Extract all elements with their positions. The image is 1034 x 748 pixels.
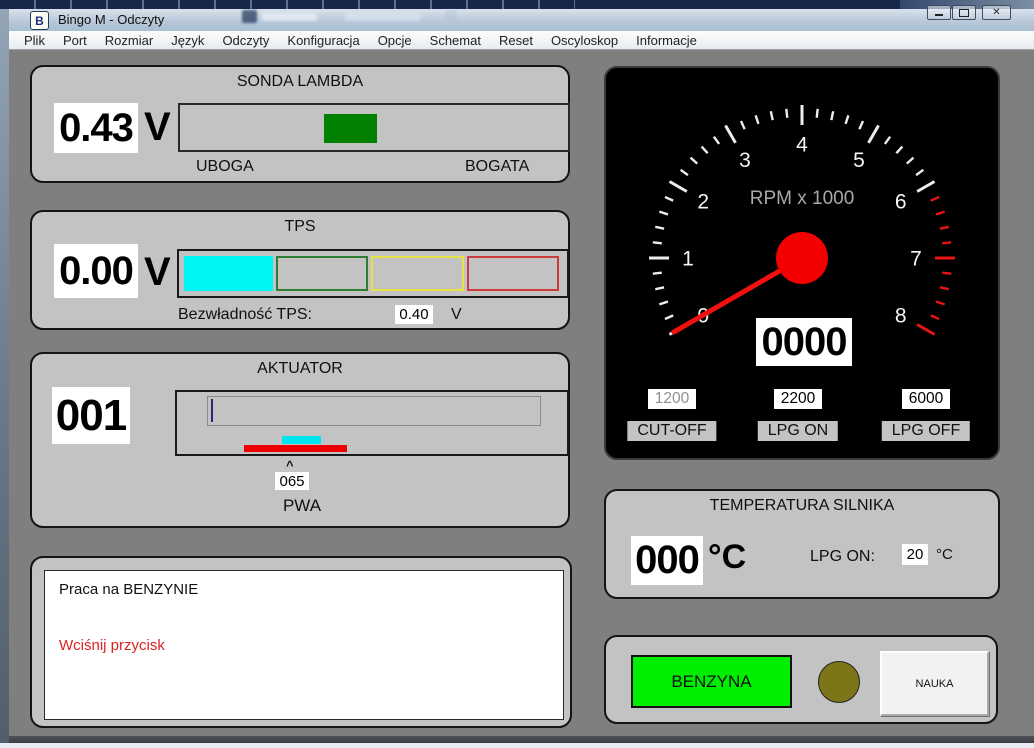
actuator-panel: AKTUATOR 001 ^ 065 PWA: [30, 352, 570, 528]
app-icon: B: [30, 11, 49, 30]
actuator-progress-cursor: [211, 399, 213, 422]
actuator-cyan-bar: [282, 436, 321, 444]
lambda-indicator: [324, 114, 378, 143]
cutoff-rpm-field[interactable]: 1200: [648, 389, 696, 409]
status-panel: Praca na BENZYNIE Wciśnij przycisk: [30, 556, 572, 728]
actuator-title: AKTUATOR: [32, 360, 568, 378]
actuator-pwa-label: PWA: [272, 496, 332, 516]
background-window-tabs: [0, 0, 1034, 9]
window-bottom-frame: [9, 736, 1034, 743]
fuel-button[interactable]: BENZYNA: [631, 655, 792, 708]
menu-item-rozmiar[interactable]: Rozmiar: [96, 32, 162, 49]
temperature-panel: TEMPERATURA SILNIKA 000 °C LPG ON: 20 °C: [604, 489, 1000, 599]
close-button[interactable]: ✕: [982, 5, 1011, 20]
tps-title: TPS: [32, 218, 568, 236]
minimize-button[interactable]: [927, 5, 951, 20]
menu-item-jezyk[interactable]: Język: [162, 32, 213, 49]
lambda-value-display: 0.43: [54, 103, 138, 153]
tps-value-display: 0.00: [54, 244, 138, 298]
background-ghost-favicon: [242, 10, 257, 23]
tps-segment-green: [276, 256, 369, 291]
svg-text:4: 4: [796, 134, 808, 157]
lpg-off-label: LPG OFF: [882, 421, 970, 441]
menu-item-schemat[interactable]: Schemat: [421, 32, 490, 49]
actuator-marker: ^: [286, 458, 294, 473]
menu-item-informacje[interactable]: Informacje: [627, 32, 706, 49]
status-line-1: Praca na BENZYNIE: [59, 581, 198, 598]
cutoff-label: CUT-OFF: [627, 421, 716, 441]
tps-inertia-unit: V: [451, 306, 462, 324]
actuator-value-display: 001: [52, 387, 130, 444]
background-window-left-edge: [0, 9, 9, 743]
window-title: Bingo M - Odczyty: [58, 12, 164, 27]
status-line-2: Wciśnij przycisk: [59, 637, 165, 654]
lpg-on-rpm-field[interactable]: 2200: [774, 389, 822, 409]
maximize-button[interactable]: [952, 5, 976, 20]
lpg-off-rpm-field[interactable]: 6000: [902, 389, 950, 409]
rpm-gauge-panel: 012345678 RPM x 1000 0000 1200 2200 6000…: [604, 66, 1000, 460]
tps-panel: TPS 0.00 V Bezwładność TPS: 0.40 V: [30, 210, 570, 330]
svg-text:7: 7: [910, 248, 922, 271]
screen: B Bingo M - Odczyty ✕ Plik Port Rozmiar …: [0, 0, 1034, 748]
lpg-on-temp-field[interactable]: 20: [902, 544, 928, 565]
menubar: Plik Port Rozmiar Język Odczyty Konfigur…: [9, 31, 1034, 50]
lambda-lean-label: UBOGA: [196, 158, 254, 176]
svg-text:5: 5: [853, 149, 865, 172]
lambda-panel: SONDA LAMBDA 0.43 V UBOGA BOGATA: [30, 65, 570, 183]
tps-bar: [177, 249, 569, 298]
minimize-icon: [935, 14, 943, 16]
background-tab-separators: [0, 0, 575, 9]
status-message-box: Praca na BENZYNIE Wciśnij przycisk: [44, 570, 564, 720]
fuel-controls-panel: BENZYNA NAUKA: [604, 635, 998, 724]
lambda-rich-label: BOGATA: [465, 158, 529, 176]
lambda-unit: V: [144, 105, 171, 150]
svg-text:1: 1: [682, 248, 694, 271]
client-area: SONDA LAMBDA 0.43 V UBOGA BOGATA TPS 0.0…: [9, 50, 1034, 736]
close-icon: ✕: [992, 8, 1000, 18]
lambda-title: SONDA LAMBDA: [32, 73, 568, 91]
actuator-progress-bar: [207, 396, 541, 426]
actuator-red-bar: [244, 445, 347, 452]
temperature-unit: °C: [708, 538, 746, 577]
temperature-title: TEMPERATURA SILNIKA: [606, 497, 998, 515]
actuator-bar-container: [175, 390, 569, 456]
lpg-on-temp-label: LPG ON:: [810, 548, 875, 566]
maximize-icon: [959, 9, 969, 17]
rpm-scale-label: RPM x 1000: [606, 188, 998, 210]
menu-item-port[interactable]: Port: [54, 32, 96, 49]
background-ghost-button: [445, 10, 457, 22]
menu-item-oscyloskop[interactable]: Oscyloskop: [542, 32, 627, 49]
lpg-on-label: LPG ON: [758, 421, 838, 441]
rpm-display: 0000: [756, 318, 852, 366]
menu-item-odczyty[interactable]: Odczyty: [213, 32, 278, 49]
menu-item-plik[interactable]: Plik: [15, 32, 54, 49]
svg-text:3: 3: [739, 149, 751, 172]
tps-segment-active: [184, 256, 273, 291]
learn-button[interactable]: NAUKA: [880, 651, 989, 716]
menu-item-reset[interactable]: Reset: [490, 32, 542, 49]
tps-inertia-label: Bezwładność TPS:: [178, 306, 312, 324]
tps-segment-red: [467, 256, 560, 291]
status-led: [818, 661, 860, 703]
background-ghost-text: [262, 13, 317, 21]
lambda-bar: [178, 103, 570, 152]
menu-item-opcje[interactable]: Opcje: [369, 32, 421, 49]
tps-unit: V: [144, 250, 171, 295]
svg-text:8: 8: [895, 305, 907, 328]
background-taskbar-edge: [0, 743, 1034, 748]
background-ghost-text: [345, 13, 420, 21]
temperature-value-display: 000: [631, 536, 703, 585]
lpg-on-temp-unit: °C: [936, 546, 953, 563]
menu-item-konfiguracja[interactable]: Konfiguracja: [278, 32, 368, 49]
actuator-position-display: 065: [275, 472, 309, 490]
titlebar: B Bingo M - Odczyty: [9, 9, 1034, 32]
tps-inertia-field[interactable]: 0.40: [395, 305, 433, 324]
tps-segment-yellow: [371, 256, 464, 291]
